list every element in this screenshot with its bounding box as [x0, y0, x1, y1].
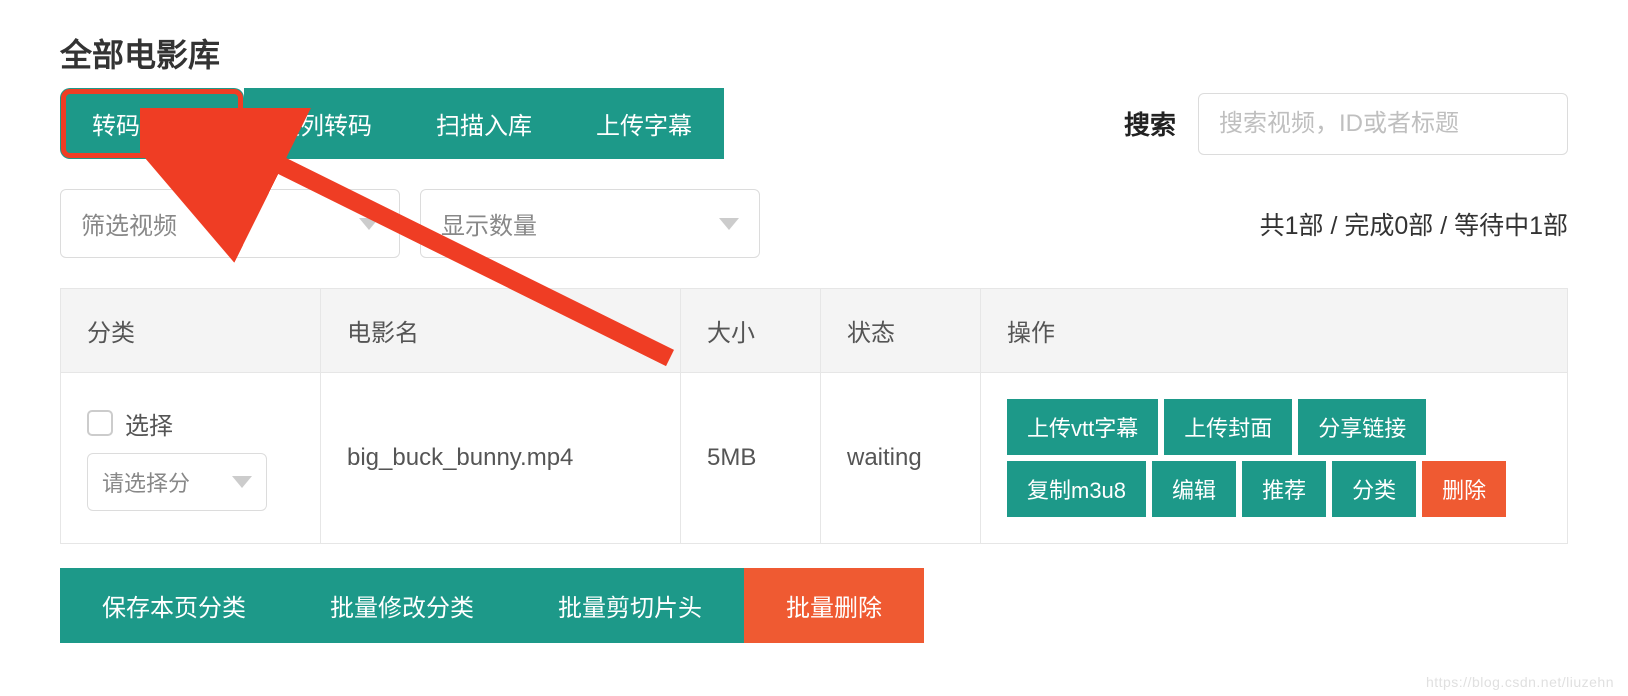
save-page-category-button[interactable]: 保存本页分类: [60, 568, 288, 643]
recommend-button[interactable]: 推荐: [1242, 461, 1326, 517]
filter-row: 筛选视频 显示数量 共1部 / 完成0部 / 等待中1部: [60, 189, 1568, 258]
top-row: 转码并切片 队列转码 扫描入库 上传字幕 搜索: [60, 88, 1568, 159]
table-row: 选择 请选择分 big_buck_bunny.mp4 5MB waiting 上…: [61, 373, 1568, 544]
display-count-select[interactable]: 显示数量: [420, 189, 760, 258]
search-input[interactable]: [1198, 93, 1568, 155]
cell-size: 5MB: [681, 373, 821, 544]
search-group: 搜索: [1124, 93, 1568, 155]
bottom-actions: 保存本页分类 批量修改分类 批量剪切片头 批量删除: [60, 568, 1568, 643]
watermark: https://blog.csdn.net/liuzehn: [1426, 674, 1614, 690]
filter-video-label: 筛选视频: [81, 206, 177, 241]
share-link-button[interactable]: 分享链接: [1298, 399, 1426, 455]
filter-selects: 筛选视频 显示数量: [60, 189, 760, 258]
batch-delete-button[interactable]: 批量删除: [744, 568, 924, 643]
upload-vtt-button[interactable]: 上传vtt字幕: [1007, 399, 1158, 455]
select-label: 选择: [125, 406, 173, 441]
cell-status: waiting: [821, 373, 981, 544]
upload-cover-button[interactable]: 上传封面: [1164, 399, 1292, 455]
header-category: 分类: [61, 289, 321, 373]
filter-video-select[interactable]: 筛选视频: [60, 189, 400, 258]
page-title: 全部电影库: [60, 30, 1568, 76]
delete-button[interactable]: 删除: [1422, 461, 1506, 517]
chevron-down-icon: [232, 476, 252, 488]
batch-modify-category-button[interactable]: 批量修改分类: [288, 568, 516, 643]
header-name: 电影名: [321, 289, 681, 373]
header-size: 大小: [681, 289, 821, 373]
transcode-slice-button[interactable]: 转码并切片: [60, 88, 244, 159]
queue-transcode-button[interactable]: 队列转码: [244, 88, 404, 159]
row-category-select[interactable]: 请选择分: [87, 453, 267, 511]
chevron-down-icon: [719, 218, 739, 230]
action-buttons-group: 转码并切片 队列转码 扫描入库 上传字幕: [60, 88, 724, 159]
upload-subtitle-button[interactable]: 上传字幕: [564, 88, 724, 159]
copy-m3u8-button[interactable]: 复制m3u8: [1007, 461, 1146, 517]
display-count-label: 显示数量: [441, 206, 537, 241]
cell-name: big_buck_bunny.mp4: [321, 373, 681, 544]
status-summary: 共1部 / 完成0部 / 等待中1部: [1260, 206, 1568, 242]
video-table: 分类 电影名 大小 状态 操作 选择 请选择分 big_buck_bunny.m…: [60, 288, 1568, 544]
batch-cut-header-button[interactable]: 批量剪切片头: [516, 568, 744, 643]
row-actions: 上传vtt字幕 上传封面 分享链接 复制m3u8 编辑 推荐 分类 删除: [1007, 399, 1541, 517]
category-button[interactable]: 分类: [1332, 461, 1416, 517]
search-label: 搜索: [1124, 105, 1176, 142]
edit-button[interactable]: 编辑: [1152, 461, 1236, 517]
scan-import-button[interactable]: 扫描入库: [404, 88, 564, 159]
select-row: 选择: [87, 406, 294, 441]
header-status: 状态: [821, 289, 981, 373]
row-category-placeholder: 请选择分: [102, 466, 190, 498]
row-checkbox[interactable]: [87, 410, 113, 436]
header-actions: 操作: [981, 289, 1568, 373]
chevron-down-icon: [359, 218, 379, 230]
